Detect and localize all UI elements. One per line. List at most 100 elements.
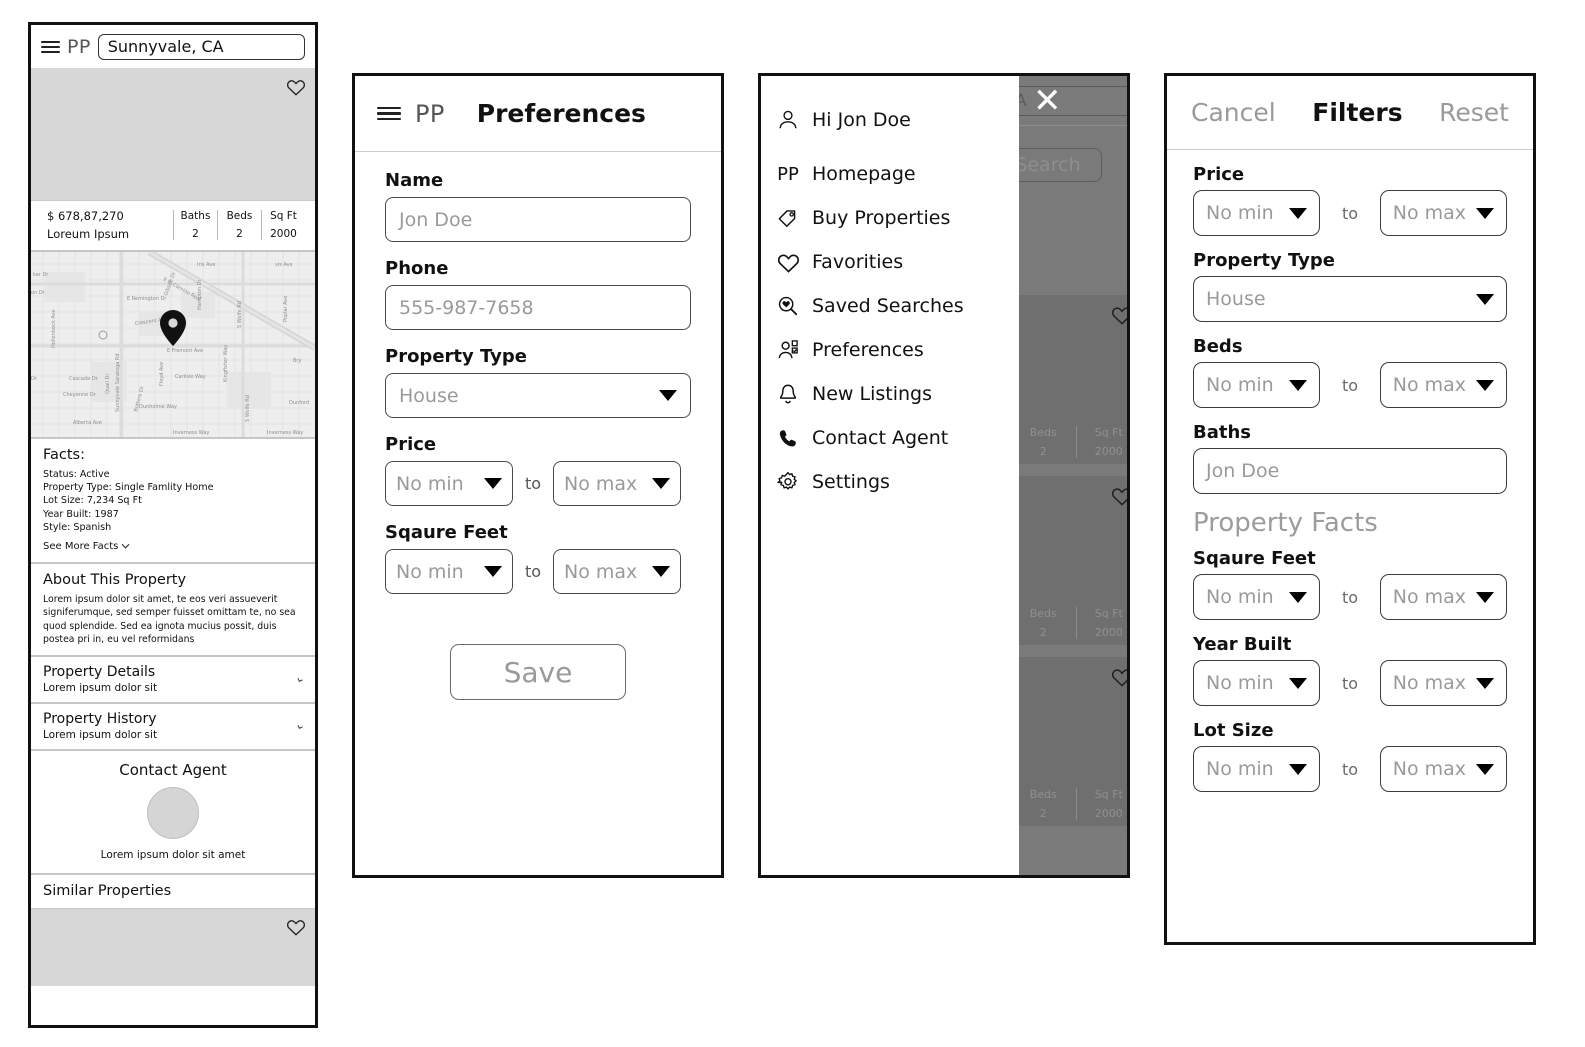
name-input[interactable]: Jon Doe (385, 197, 691, 242)
fact-line: Style: Spanish (43, 521, 112, 533)
reset-button[interactable]: Reset (1439, 98, 1509, 127)
price-min-select[interactable]: No min (1193, 190, 1321, 236)
year-built-min-value: No min (1206, 672, 1274, 694)
filter-beds: Beds No min to No max (1193, 336, 1508, 408)
location-search-input[interactable]: Sunnyvale, CA (97, 33, 305, 60)
property-map[interactable]: E El Camino Real E Remington Dr E Fremon… (31, 252, 315, 439)
year-built-min-select[interactable]: No min (1193, 660, 1321, 706)
menu-item-label: Contact Agent (812, 427, 949, 449)
cancel-button[interactable]: Cancel (1191, 98, 1276, 127)
background-stat-label: Sq Ft (1094, 426, 1123, 439)
hamburger-icon[interactable] (41, 40, 60, 53)
svg-text:Kingfisher Way: Kingfisher Way (223, 345, 229, 382)
sqft-min-select[interactable]: No min (1193, 574, 1321, 620)
filter-label: Baths (1193, 422, 1251, 443)
chevron-down-icon (1476, 379, 1495, 391)
svg-text:E Remington Dr: E Remington Dr (127, 296, 167, 302)
svg-text:S Wolfe Rd: S Wolfe Rd (245, 395, 251, 422)
listing-stats-row: $ 678,87,270 Loreum Ipsum Baths 2 Beds 2… (31, 201, 315, 252)
menu-item-favorities[interactable]: Favorities (775, 240, 1019, 284)
price-min-select[interactable]: No min (385, 461, 513, 506)
price-max-select[interactable]: No max (553, 461, 681, 506)
background-listing-list: A Search Beds 2 Sq Ft 2000 Beds 2 Sq Ft … (994, 76, 1127, 875)
pp-logo[interactable]: PP (415, 100, 445, 128)
stat-value: 2 (236, 228, 243, 240)
range-separator: to (524, 562, 542, 581)
menu-item-greeting[interactable]: Hi Jon Doe (775, 98, 1019, 142)
user-settings-icon (775, 339, 801, 362)
sqft-max-select[interactable]: No max (553, 549, 681, 594)
contact-agent-section: Contact Agent Lorem ipsum dolor sit amet (31, 751, 315, 875)
property-type-select[interactable]: House (1193, 276, 1507, 322)
svg-text:Inverness Way: Inverness Way (267, 430, 303, 436)
beds-max-select[interactable]: No max (1379, 362, 1508, 408)
lot-size-min-value: No min (1206, 758, 1274, 780)
hamburger-icon[interactable] (377, 106, 401, 121)
beds-min-select[interactable]: No min (1193, 362, 1321, 408)
avatar[interactable] (147, 786, 199, 839)
field-phone: Phone 555-987-7658 (385, 258, 691, 330)
menu-item-label: Saved Searches (812, 295, 964, 317)
beds-min-value: No min (1206, 374, 1274, 396)
contact-agent-heading: Contact Agent (119, 760, 227, 779)
phone-input[interactable]: 555-987-7658 (385, 285, 691, 330)
accordion-title: Property History (43, 710, 157, 727)
pp-text-logo: PP (777, 163, 799, 185)
background-card: Beds 2 Sq Ft 2000 (1011, 657, 1127, 826)
filter-label: Lot Size (1193, 720, 1274, 741)
svg-text:Cascade Dr: Cascade Dr (69, 376, 99, 382)
sqft-min-select[interactable]: No min (385, 549, 513, 594)
sqft-max-select[interactable]: No max (1379, 574, 1508, 620)
listing-price: $ 678,87,270 (47, 209, 124, 223)
fact-line: Status: Active (43, 469, 110, 480)
similar-property-card[interactable] (31, 907, 315, 986)
agent-caption: Lorem ipsum dolor sit amet (100, 848, 246, 861)
background-stat-value: 2000 (1094, 445, 1123, 458)
menu-item-buy-properties[interactable]: Buy Properties (775, 196, 1019, 240)
pp-logo[interactable]: PP (67, 36, 91, 58)
accordion-property-history[interactable]: Property History Lorem ipsum dolor sit ⌄ (31, 704, 315, 751)
chevron-down-icon (1289, 591, 1308, 603)
fact-line: Property Type: Single Famlity Home (43, 482, 214, 494)
menu-item-label: Homepage (812, 163, 916, 185)
menu-item-settings[interactable]: Settings (775, 460, 1019, 504)
see-more-facts-link[interactable]: See More Facts (43, 541, 130, 552)
baths-input[interactable]: Jon Doe (1193, 448, 1507, 494)
nav-drawer: Hi Jon Doe PP Homepage Buy Properties Fa… (761, 76, 1019, 875)
field-label: Phone (385, 258, 449, 279)
menu-item-contact-agent[interactable]: Contact Agent (775, 416, 1019, 460)
property-type-value: House (399, 384, 459, 407)
save-button[interactable]: Save (450, 644, 626, 700)
heart-icon (1111, 486, 1127, 510)
saved-search-icon (775, 295, 801, 317)
property-type-select[interactable]: House (385, 373, 691, 418)
menu-item-preferences[interactable]: Preferences (775, 328, 1019, 372)
menu-item-new-listings[interactable]: New Listings (775, 372, 1019, 416)
heart-icon[interactable] (286, 918, 306, 936)
background-stat-value: 2 (1039, 626, 1047, 639)
lot-size-max-select[interactable]: No max (1379, 746, 1508, 792)
chevron-down-icon (652, 566, 670, 577)
heart-icon[interactable] (286, 78, 306, 96)
close-icon[interactable]: ✕ (1033, 84, 1062, 118)
filters-topbar: Cancel Filters Reset (1167, 76, 1533, 150)
price-max-value: No max (1392, 202, 1467, 224)
about-heading: About This Property (43, 572, 187, 589)
price-max-value: No max (564, 472, 638, 495)
listing-price-block: $ 678,87,270 Loreum Ipsum (47, 209, 173, 241)
fact-line: Lot Size: 7,234 Sq Ft (43, 495, 142, 507)
price-max-select[interactable]: No max (1379, 190, 1508, 236)
chevron-down-icon (1476, 591, 1495, 603)
year-built-max-select[interactable]: No max (1379, 660, 1508, 706)
lot-size-min-select[interactable]: No min (1193, 746, 1321, 792)
menu-item-saved-searches[interactable]: Saved Searches (775, 284, 1019, 328)
menu-item-homepage[interactable]: PP Homepage (775, 152, 1019, 196)
price-min-value: No min (1206, 202, 1274, 224)
field-property-type: Property Type House (385, 346, 691, 418)
svg-text:Hollenbeck Ave: Hollenbeck Ave (51, 310, 57, 349)
menu-item-label: Favorities (812, 251, 904, 273)
accordion-subtitle: Lorem ipsum dolor sit (43, 681, 158, 694)
svg-text:on Dr: on Dr (31, 290, 46, 296)
accordion-property-details[interactable]: Property Details Lorem ipsum dolor sit ⌄ (31, 657, 315, 704)
year-built-max-value: No max (1392, 672, 1467, 694)
